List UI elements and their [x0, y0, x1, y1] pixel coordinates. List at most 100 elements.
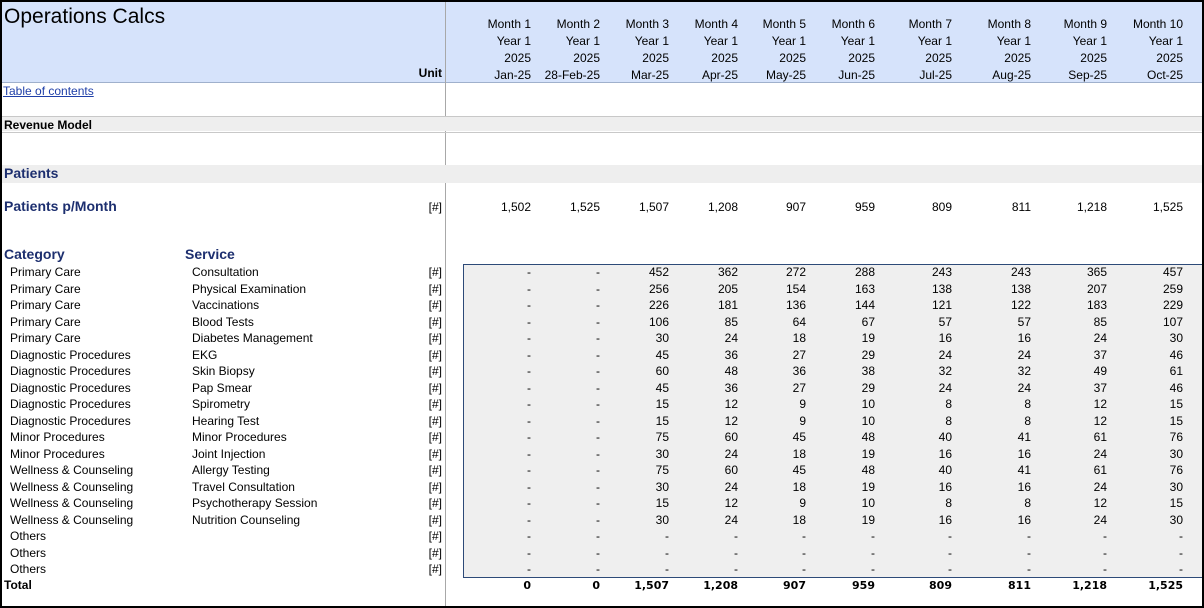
- value-cell[interactable]: 24: [678, 512, 738, 529]
- value-cell[interactable]: 29: [815, 380, 875, 397]
- value-cell[interactable]: 67: [815, 314, 875, 331]
- value-cell[interactable]: 16: [892, 479, 952, 496]
- value-cell[interactable]: 16: [892, 446, 952, 463]
- value-cell[interactable]: 24: [892, 347, 952, 364]
- value-cell[interactable]: -: [1047, 561, 1107, 578]
- value-cell[interactable]: 16: [971, 512, 1031, 529]
- value-cell[interactable]: 40: [892, 429, 952, 446]
- value-cell[interactable]: 36: [746, 363, 806, 380]
- value-cell[interactable]: 45: [609, 347, 669, 364]
- value-cell[interactable]: 15: [1123, 413, 1183, 430]
- value-cell[interactable]: 15: [609, 396, 669, 413]
- value-cell[interactable]: -: [540, 561, 600, 578]
- value-cell[interactable]: 8: [892, 495, 952, 512]
- value-cell[interactable]: -: [540, 528, 600, 545]
- value-cell[interactable]: 10: [815, 413, 875, 430]
- value-cell[interactable]: -: [471, 347, 531, 364]
- value-cell[interactable]: 205: [678, 281, 738, 298]
- value-cell[interactable]: 8: [892, 396, 952, 413]
- value-cell[interactable]: -: [471, 446, 531, 463]
- value-cell[interactable]: 19: [815, 446, 875, 463]
- value-cell[interactable]: 12: [1047, 396, 1107, 413]
- value-cell[interactable]: 30: [609, 446, 669, 463]
- value-cell[interactable]: -: [815, 561, 875, 578]
- value-cell[interactable]: 37: [1047, 347, 1107, 364]
- value-cell[interactable]: 27: [746, 347, 806, 364]
- value-cell[interactable]: -: [471, 380, 531, 397]
- value-cell[interactable]: -: [540, 495, 600, 512]
- value-cell[interactable]: 46: [1123, 347, 1183, 364]
- value-cell[interactable]: 183: [1047, 297, 1107, 314]
- value-cell[interactable]: 76: [1123, 462, 1183, 479]
- value-cell[interactable]: 15: [609, 495, 669, 512]
- value-cell[interactable]: 10: [815, 396, 875, 413]
- value-cell[interactable]: 57: [971, 314, 1031, 331]
- value-cell[interactable]: 256: [609, 281, 669, 298]
- value-cell[interactable]: 32: [971, 363, 1031, 380]
- value-cell[interactable]: -: [1047, 545, 1107, 562]
- value-cell[interactable]: 181: [678, 297, 738, 314]
- value-cell[interactable]: -: [540, 462, 600, 479]
- value-cell[interactable]: 144: [815, 297, 875, 314]
- value-cell[interactable]: -: [678, 528, 738, 545]
- value-cell[interactable]: 37: [1047, 380, 1107, 397]
- value-cell[interactable]: 24: [678, 446, 738, 463]
- value-cell[interactable]: -: [609, 545, 669, 562]
- value-cell[interactable]: -: [471, 528, 531, 545]
- value-cell[interactable]: -: [540, 396, 600, 413]
- value-cell[interactable]: 106: [609, 314, 669, 331]
- value-cell[interactable]: -: [471, 545, 531, 562]
- value-cell[interactable]: -: [471, 495, 531, 512]
- value-cell[interactable]: 8: [971, 495, 1031, 512]
- value-cell[interactable]: 8: [971, 413, 1031, 430]
- value-cell[interactable]: 107: [1123, 314, 1183, 331]
- value-cell[interactable]: 60: [609, 363, 669, 380]
- value-cell[interactable]: 24: [678, 479, 738, 496]
- value-cell[interactable]: 12: [678, 413, 738, 430]
- value-cell[interactable]: 272: [746, 264, 806, 281]
- value-cell[interactable]: -: [540, 281, 600, 298]
- value-cell[interactable]: 122: [971, 297, 1031, 314]
- value-cell[interactable]: 18: [746, 330, 806, 347]
- value-cell[interactable]: 61: [1047, 429, 1107, 446]
- value-cell[interactable]: -: [971, 561, 1031, 578]
- value-cell[interactable]: -: [471, 264, 531, 281]
- value-cell[interactable]: 40: [892, 462, 952, 479]
- value-cell[interactable]: 16: [892, 330, 952, 347]
- value-cell[interactable]: 30: [609, 479, 669, 496]
- value-cell[interactable]: -: [471, 396, 531, 413]
- value-cell[interactable]: 41: [971, 429, 1031, 446]
- value-cell[interactable]: -: [471, 479, 531, 496]
- table-of-contents-link[interactable]: Table of contents: [3, 84, 94, 98]
- value-cell[interactable]: 121: [892, 297, 952, 314]
- value-cell[interactable]: -: [540, 363, 600, 380]
- value-cell[interactable]: 16: [971, 330, 1031, 347]
- value-cell[interactable]: -: [471, 462, 531, 479]
- value-cell[interactable]: 24: [971, 347, 1031, 364]
- value-cell[interactable]: 9: [746, 495, 806, 512]
- value-cell[interactable]: 24: [678, 330, 738, 347]
- value-cell[interactable]: 16: [971, 446, 1031, 463]
- value-cell[interactable]: 243: [892, 264, 952, 281]
- value-cell[interactable]: 41: [971, 462, 1031, 479]
- value-cell[interactable]: -: [609, 561, 669, 578]
- value-cell[interactable]: 60: [678, 429, 738, 446]
- value-cell[interactable]: -: [540, 429, 600, 446]
- value-cell[interactable]: 19: [815, 512, 875, 529]
- value-cell[interactable]: -: [746, 528, 806, 545]
- value-cell[interactable]: 24: [892, 380, 952, 397]
- value-cell[interactable]: 136: [746, 297, 806, 314]
- value-cell[interactable]: -: [678, 561, 738, 578]
- value-cell[interactable]: 9: [746, 413, 806, 430]
- value-cell[interactable]: 45: [609, 380, 669, 397]
- value-cell[interactable]: 163: [815, 281, 875, 298]
- value-cell[interactable]: -: [892, 528, 952, 545]
- value-cell[interactable]: 10: [815, 495, 875, 512]
- value-cell[interactable]: -: [471, 512, 531, 529]
- value-cell[interactable]: 48: [815, 429, 875, 446]
- value-cell[interactable]: -: [540, 380, 600, 397]
- value-cell[interactable]: 138: [892, 281, 952, 298]
- value-cell[interactable]: -: [540, 479, 600, 496]
- value-cell[interactable]: 12: [1047, 413, 1107, 430]
- value-cell[interactable]: 30: [1123, 512, 1183, 529]
